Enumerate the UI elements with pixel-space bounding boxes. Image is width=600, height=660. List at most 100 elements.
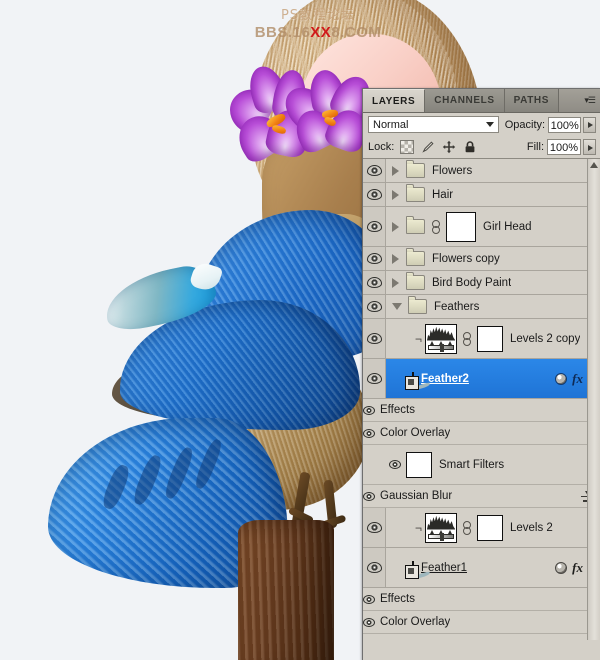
eye-icon[interactable] bbox=[363, 406, 375, 415]
smart-object-badge-icon bbox=[405, 376, 419, 390]
visibility-toggle-hair[interactable] bbox=[363, 183, 386, 206]
layer-style-icon[interactable] bbox=[555, 373, 567, 385]
layer-row-feather2[interactable]: Feather2 fx bbox=[363, 359, 600, 399]
layer-row-body: Flowers copy bbox=[386, 247, 600, 270]
fill-input[interactable]: 100% bbox=[547, 139, 581, 155]
clipping-mask-icon: ⌐ bbox=[412, 333, 422, 345]
screenshot-root: PS教程论坛 BBS.16XX8.COM LAYERS CHANNELS PAT… bbox=[0, 0, 600, 660]
visibility-toggle-feather2[interactable] bbox=[363, 359, 386, 398]
eye-icon bbox=[367, 253, 382, 264]
smart-filters-label: Smart Filters bbox=[439, 459, 504, 471]
effect-name: Color Overlay bbox=[380, 427, 450, 439]
histogram bbox=[427, 515, 455, 530]
layer-row-levels-2-copy[interactable]: ⌐ Levels 2 copy bbox=[363, 319, 600, 359]
scroll-up-arrow-icon[interactable] bbox=[590, 162, 598, 168]
folder-icon bbox=[406, 275, 425, 290]
visibility-toggle-flowers-copy[interactable] bbox=[363, 247, 386, 270]
link-icon[interactable] bbox=[463, 521, 471, 535]
effects-label: Effects bbox=[380, 404, 415, 416]
chevron-down-icon bbox=[486, 122, 494, 127]
levels-slider bbox=[428, 345, 454, 350]
layer-row-body: ⌐ Levels 2 copy bbox=[386, 319, 600, 358]
lock-image-pixels-icon[interactable] bbox=[421, 140, 435, 154]
chevron-right-icon[interactable] bbox=[392, 254, 399, 264]
link-icon[interactable] bbox=[432, 220, 440, 234]
chevron-right-icon[interactable] bbox=[392, 190, 399, 200]
layer-row-girl-head[interactable]: Girl Head bbox=[363, 207, 600, 247]
layer-mask-thumbnail[interactable] bbox=[477, 515, 503, 541]
layer-style-icon[interactable] bbox=[555, 562, 567, 574]
eye-icon[interactable] bbox=[363, 429, 375, 438]
levels-adjustment-thumbnail[interactable] bbox=[425, 324, 457, 354]
eye-icon[interactable] bbox=[363, 618, 375, 627]
link-icon[interactable] bbox=[463, 332, 471, 346]
layer-list-scrollbar[interactable] bbox=[587, 159, 600, 640]
layer-name: Feathers bbox=[434, 301, 479, 313]
fx-icon[interactable]: fx bbox=[572, 561, 583, 574]
smart-object-thumbnail-wrap[interactable] bbox=[412, 562, 414, 574]
eye-icon bbox=[367, 522, 382, 533]
chevron-right-icon[interactable] bbox=[392, 222, 399, 232]
visibility-toggle-flowers[interactable] bbox=[363, 159, 386, 182]
layer-row-feather1-effects[interactable]: Effects bbox=[363, 588, 600, 611]
layer-row-body: Smart Filters bbox=[363, 634, 600, 640]
tab-layers[interactable]: LAYERS bbox=[363, 89, 425, 112]
layer-row-feather2-gaussian-blur[interactable]: Gaussian Blur bbox=[363, 485, 600, 508]
levels-slider bbox=[428, 534, 454, 539]
lock-position-icon[interactable] bbox=[442, 140, 456, 154]
layer-row-feather1-color-overlay[interactable]: Color Overlay bbox=[363, 611, 600, 634]
lock-label: Lock: bbox=[368, 141, 394, 153]
layer-mask-thumbnail[interactable] bbox=[446, 212, 476, 242]
fx-icon[interactable]: fx bbox=[572, 372, 583, 385]
blend-mode-select[interactable]: Normal bbox=[368, 116, 499, 133]
smart-object-thumbnail-wrap[interactable] bbox=[412, 373, 414, 385]
eye-icon bbox=[367, 562, 382, 573]
eye-icon[interactable] bbox=[363, 595, 375, 604]
layer-row-feather2-smart-filters[interactable]: Smart Filters bbox=[363, 445, 600, 485]
lock-transparent-pixels-icon[interactable] bbox=[400, 140, 414, 154]
fill-stepper[interactable] bbox=[583, 139, 596, 155]
layer-row-feather2-color-overlay[interactable]: Color Overlay bbox=[363, 422, 600, 445]
layer-mask-thumbnail[interactable] bbox=[477, 326, 503, 352]
eye-icon bbox=[367, 189, 382, 200]
fill-group: Fill: 100% bbox=[521, 139, 596, 155]
visibility-toggle-levels-2-copy[interactable] bbox=[363, 319, 386, 358]
levels-adjustment-thumbnail[interactable] bbox=[425, 513, 457, 543]
chevron-down-icon[interactable] bbox=[392, 303, 402, 310]
opacity-input[interactable]: 100% bbox=[548, 117, 581, 133]
panel-menu-button[interactable]: ▾☰ bbox=[574, 89, 600, 112]
chevron-right-icon[interactable] bbox=[392, 278, 399, 288]
layer-row-feather2-effects[interactable]: Effects bbox=[363, 399, 600, 422]
chevron-right-icon[interactable] bbox=[392, 166, 399, 176]
visibility-toggle-girl-head[interactable] bbox=[363, 207, 386, 246]
visibility-toggle-bird-body-paint[interactable] bbox=[363, 271, 386, 294]
layer-row-hair[interactable]: Hair bbox=[363, 183, 600, 207]
layer-row-levels-2[interactable]: ⌐ Levels 2 bbox=[363, 508, 600, 548]
visibility-toggle-feather1[interactable] bbox=[363, 548, 386, 587]
layer-row-feathers[interactable]: Feathers bbox=[363, 295, 600, 319]
layer-row-feather1-smart-filters[interactable]: Smart Filters bbox=[363, 634, 600, 640]
layer-row-body: Feathers bbox=[386, 295, 600, 318]
visibility-toggle-levels-2[interactable] bbox=[363, 508, 386, 547]
layer-row-body: Flowers bbox=[386, 159, 600, 182]
eye-icon[interactable] bbox=[389, 460, 401, 469]
effect-name: Color Overlay bbox=[380, 616, 450, 628]
clipping-mask-icon: ⌐ bbox=[412, 522, 422, 534]
opacity-stepper[interactable] bbox=[583, 117, 596, 133]
visibility-toggle-feathers[interactable] bbox=[363, 295, 386, 318]
folder-icon bbox=[406, 187, 425, 202]
layer-row-flowers[interactable]: Flowers bbox=[363, 159, 600, 183]
layer-row-bird-body-paint[interactable]: Bird Body Paint bbox=[363, 271, 600, 295]
lock-all-icon[interactable] bbox=[463, 140, 477, 154]
layer-row-feather1[interactable]: Feather1 fx bbox=[363, 548, 600, 588]
tab-channels[interactable]: CHANNELS bbox=[425, 89, 504, 112]
effects-label: Effects bbox=[380, 593, 415, 605]
eye-icon bbox=[367, 277, 382, 288]
eye-icon[interactable] bbox=[363, 492, 375, 501]
tab-paths[interactable]: PATHS bbox=[505, 89, 559, 112]
smart-filter-mask-thumbnail[interactable] bbox=[406, 452, 432, 478]
layer-name: Levels 2 copy bbox=[510, 333, 580, 345]
layer-row-flowers-copy[interactable]: Flowers copy bbox=[363, 247, 600, 271]
lock-row: Lock: Fill: 100% bbox=[363, 136, 600, 158]
layer-name: Girl Head bbox=[483, 221, 532, 233]
